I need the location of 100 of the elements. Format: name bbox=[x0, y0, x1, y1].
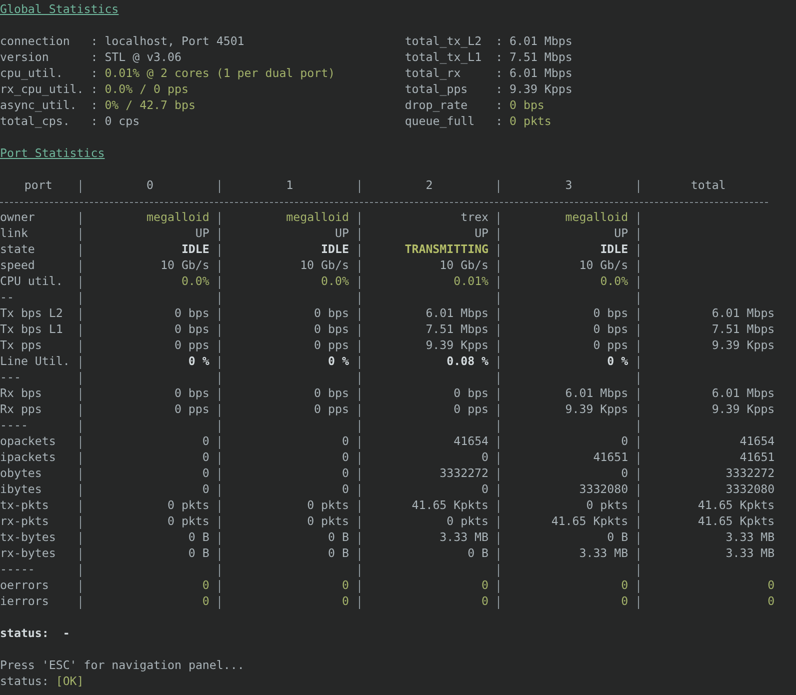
table-cell-text: 0 pps bbox=[593, 337, 628, 354]
stat-label: cpu_util. bbox=[0, 65, 64, 82]
table-cell-text: 0.08 % bbox=[446, 353, 489, 370]
row-label: state bbox=[0, 242, 35, 256]
table-cell-text: 9.39 Kpps bbox=[565, 401, 628, 418]
row-label: rx-pkts bbox=[0, 514, 49, 528]
colon: : bbox=[496, 97, 504, 114]
table-cell-text: 10 Gb/s bbox=[440, 257, 489, 274]
table-cell-text: trex bbox=[460, 209, 489, 226]
row-label: ierrors bbox=[0, 594, 49, 608]
row-label: rx-bytes bbox=[0, 546, 56, 560]
table-cell-text: 3.33 MB bbox=[726, 545, 775, 562]
colon: : bbox=[90, 65, 99, 82]
table-cell-text: 0 bbox=[342, 593, 349, 610]
stat-label: total_pps bbox=[404, 81, 469, 98]
table-cell-text: 0 bbox=[202, 449, 210, 466]
table-cell-text: 0 bbox=[768, 593, 775, 610]
row-label: tx-bytes bbox=[0, 530, 56, 544]
row-label: opackets bbox=[0, 434, 56, 448]
column-header: 2 bbox=[426, 177, 433, 194]
table-cell-text: 0 bbox=[482, 449, 489, 466]
table-cell-text: 41654 bbox=[740, 433, 775, 450]
table-cell-text: 0 bps bbox=[174, 305, 210, 322]
table-cell-text: 0 bbox=[202, 593, 210, 610]
table-cell-text: 0 bbox=[482, 577, 489, 594]
table-cell-text: 0 bbox=[202, 577, 210, 594]
colon: : bbox=[90, 97, 99, 114]
table-cell-text: UP bbox=[614, 225, 628, 242]
stat-label: connection bbox=[0, 33, 71, 50]
table-cell-text: UP bbox=[474, 225, 489, 242]
stat-value: STL @ v3.06 bbox=[104, 49, 182, 66]
table-cell-text: 9.39 Kpps bbox=[426, 337, 489, 354]
table-cell-text: 0 bbox=[621, 433, 628, 450]
stat-label: total_tx_L2 bbox=[404, 33, 483, 50]
row-label: speed bbox=[0, 258, 35, 272]
row-label: obytes bbox=[0, 466, 42, 480]
table-cell-text: 3332272 bbox=[440, 465, 489, 482]
status-label: status: bbox=[0, 673, 49, 690]
stat-value: 0.0% / 0 pps bbox=[104, 81, 188, 98]
row-label: Tx pps bbox=[0, 338, 42, 352]
table-cell-text: 6.01 Mbps bbox=[712, 305, 775, 322]
table-cell-text: 0 B bbox=[328, 529, 349, 546]
table-cell-text: 0 pps bbox=[174, 337, 210, 354]
row-label: ----- bbox=[0, 562, 35, 576]
stat-value: 6.01 Mbps bbox=[510, 65, 572, 82]
table-cell-text: 0 pkts bbox=[307, 513, 349, 530]
table-cell-text: 0 bps bbox=[314, 305, 349, 322]
row-label: --- bbox=[0, 370, 21, 384]
stat-value: 0 pkts bbox=[510, 113, 552, 130]
table-cell-text: 0 bps bbox=[454, 385, 489, 402]
table-cell-text: 0 bbox=[342, 481, 349, 498]
stat-value: localhost, Port 4501 bbox=[104, 33, 244, 50]
table-cell-text: 3332272 bbox=[726, 465, 775, 482]
stat-value: 0 cps bbox=[104, 113, 140, 130]
stat-label: queue_full bbox=[404, 113, 476, 130]
table-cell-text: 0 bps bbox=[314, 385, 349, 402]
table-cell-text: 0 % bbox=[607, 353, 628, 370]
table-cell-text: TRANSMITTING bbox=[404, 241, 489, 258]
table-cell-text: 0 bbox=[482, 481, 489, 498]
stat-label: version bbox=[0, 49, 50, 66]
status-value: - bbox=[62, 625, 70, 642]
table-cell-text: 0 B bbox=[328, 545, 349, 562]
table-cell-text: 0.0% bbox=[181, 273, 210, 290]
column-header: 0 bbox=[146, 177, 154, 194]
table-cell-text: 41.65 Kpkts bbox=[698, 497, 775, 514]
table-cell-text: 41.65 Kpkts bbox=[551, 513, 628, 530]
table-cell-text: 0 % bbox=[328, 353, 349, 370]
table-cell-text: megalloid bbox=[146, 209, 210, 226]
stat-label: rx_cpu_util. bbox=[0, 81, 85, 98]
table-cell-text: 41651 bbox=[593, 449, 628, 466]
table-cell-text: 0 pkts bbox=[167, 513, 210, 530]
table-cell-text: 3.33 MB bbox=[579, 545, 628, 562]
table-cell-text: 0 bps bbox=[593, 321, 628, 338]
row-label: owner bbox=[0, 210, 35, 224]
table-cell-text: 0 bps bbox=[593, 305, 628, 322]
table-cell-text: 41.65 Kpkts bbox=[412, 497, 489, 514]
table-cell-text: 6.01 Mbps bbox=[712, 385, 775, 402]
row-label: tx-pkts bbox=[0, 498, 49, 512]
table-cell-text: 0 pps bbox=[454, 401, 489, 418]
colon: : bbox=[496, 113, 504, 130]
table-cell-text: 9.39 Kpps bbox=[712, 401, 775, 418]
column-header: 1 bbox=[286, 177, 294, 194]
table-cell-text: 0 pkts bbox=[307, 497, 349, 514]
colon: : bbox=[496, 65, 504, 82]
table-cell-text: 3.33 MB bbox=[440, 529, 489, 546]
table-cell-text: 0 bps bbox=[174, 385, 210, 402]
table-cell-text: 0 bbox=[342, 433, 349, 450]
row-label: ---- bbox=[0, 418, 28, 432]
stat-value: 0.01% @ 2 cores (1 per dual port) bbox=[104, 65, 336, 82]
stat-value: 6.01 Mbps bbox=[510, 33, 572, 50]
table-cell-text: 3.33 MB bbox=[726, 529, 775, 546]
row-label: ibytes bbox=[0, 482, 42, 496]
table-cell-text: IDLE bbox=[600, 241, 628, 258]
row-label: oerrors bbox=[0, 578, 49, 592]
column-header: 3 bbox=[565, 177, 572, 194]
table-cell-text: 6.01 Mbps bbox=[426, 305, 489, 322]
row-label: -- bbox=[0, 290, 14, 304]
status-value: [OK] bbox=[56, 673, 84, 690]
table-cell-text: 9.39 Kpps bbox=[712, 337, 775, 354]
table-cell-text: 0 bbox=[342, 577, 349, 594]
